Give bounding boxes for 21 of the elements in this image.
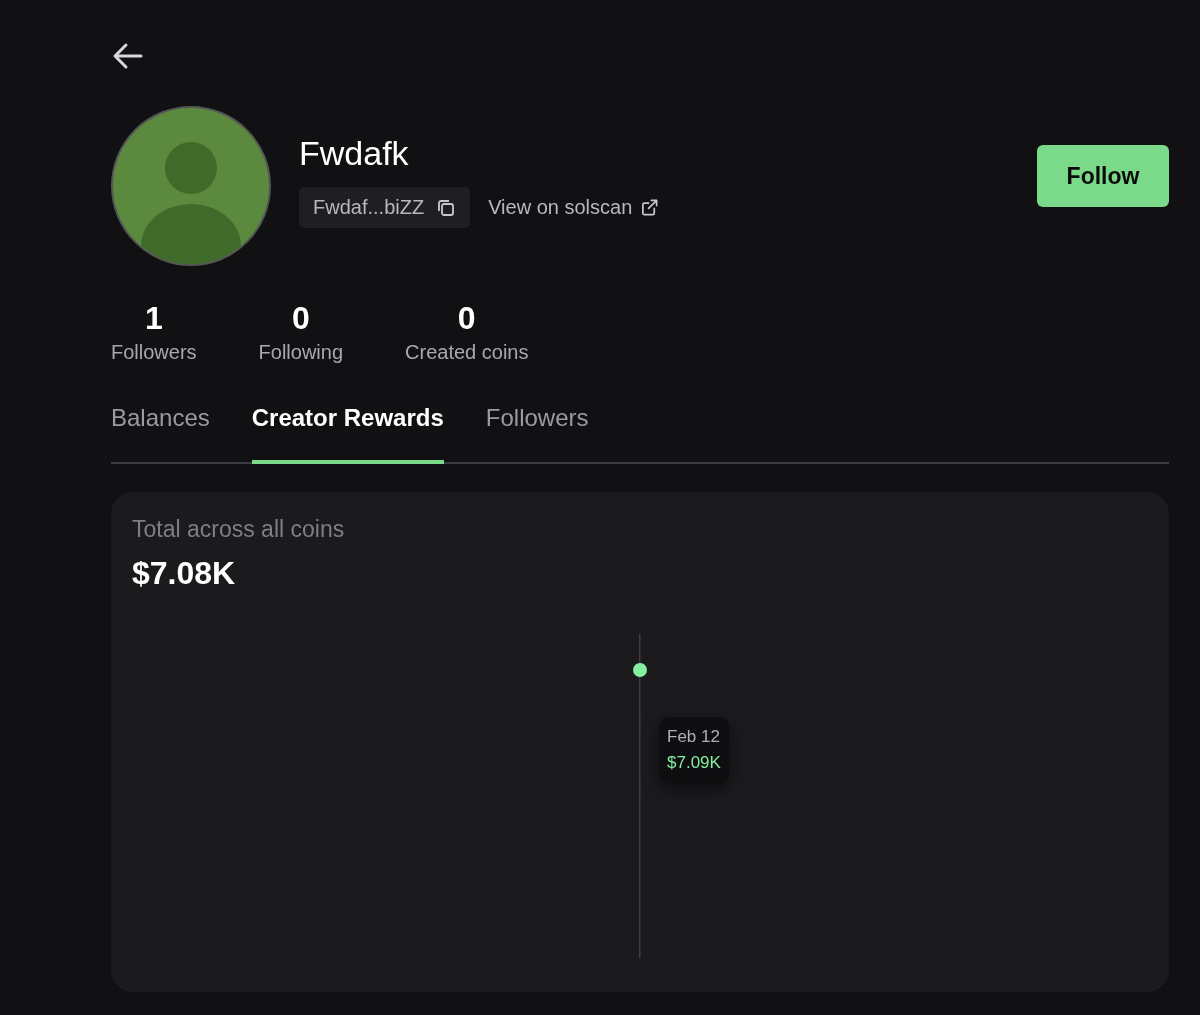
total-amount: $7.08K [132,555,237,592]
chart-point [633,663,647,677]
stat-value: 0 [291,300,310,337]
profile-name: Fwdafk [299,134,410,173]
tab[interactable]: Creator Rewards [251,396,444,464]
tab[interactable]: Followers [485,396,589,464]
stat-value: 0 [457,300,476,337]
copy-icon [436,197,457,218]
stat-label: Followers [111,341,197,364]
solscan-link[interactable]: View on solscan [488,196,660,219]
stat-value: 1 [144,300,163,337]
back-arrow-icon[interactable] [111,42,143,70]
tooltip-value: $7.09K [667,753,721,773]
card-title: Total across all coins [132,516,346,543]
external-link-icon [640,198,660,217]
tooltip-date: Feb 12 [667,727,721,747]
stat-label: Following [258,341,344,364]
tab[interactable]: Balances [111,396,210,464]
follow-button[interactable]: Follow [1037,145,1169,207]
stat-label: Created coins [405,341,529,364]
address-copy-button[interactable]: Fwdaf...biZZ [299,187,471,228]
